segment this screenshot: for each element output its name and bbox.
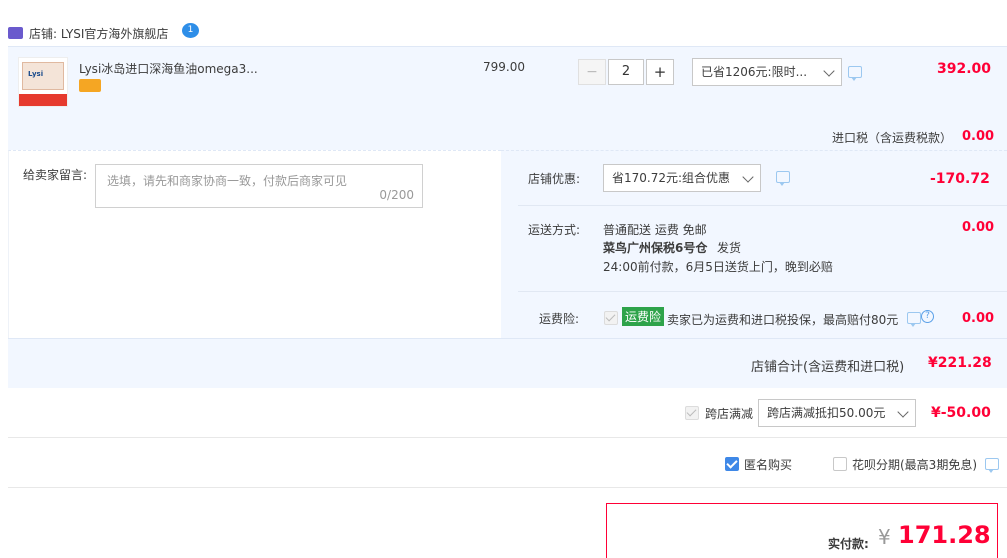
chat-icon[interactable]: [776, 171, 790, 186]
shipping-value: 0.00: [962, 220, 995, 235]
shop-discount-select[interactable]: 省170.72元:组合优惠: [603, 164, 761, 192]
cross-store-value: ¥-50.00: [931, 405, 991, 421]
shipping-delivery-note: 24:00前付款，6月5日送货上门，晚到必赔: [603, 260, 833, 274]
help-icon[interactable]: ?: [921, 310, 934, 323]
cross-store-label: 跨店满减: [705, 407, 754, 421]
options-row: 匿名购买 花呗分期(最高3期免息): [8, 438, 1007, 488]
product-image[interactable]: Lysi: [18, 57, 68, 107]
insurance-tag: 运费险: [622, 307, 665, 326]
import-tax-label: 进口税（含运费税款）: [832, 131, 953, 145]
order-details-section: 给卖家留言: 选填，请先和商家协商一致，付款后商家可见 0/200 店铺优惠: …: [8, 150, 1007, 338]
divider: [518, 291, 1007, 292]
credit-card-icon: [79, 79, 101, 92]
product-price-banner: [19, 94, 67, 106]
anonymous-checkbox[interactable]: [725, 457, 739, 471]
shop-discount-value: -170.72: [930, 171, 990, 187]
shop-total-label: 店铺合计(含运费和进口税): [751, 360, 905, 375]
message-placeholder: 选填，请先和商家协商一致，付款后商家可见: [107, 174, 348, 188]
cross-store-select-text: 跨店满减抵扣50.00元: [767, 406, 886, 420]
shop-header: 店铺: LYSI官方海外旗舰店 1: [0, 0, 1007, 46]
shop-icon: [8, 27, 23, 39]
shipping-label: 运送方式:: [528, 223, 581, 237]
message-label: 给卖家留言:: [23, 168, 88, 182]
huabei-checkbox[interactable]: [833, 457, 847, 471]
cross-store-row: 跨店满减 跨店满减抵扣50.00元 ¥-50.00: [8, 388, 1007, 438]
chevron-down-icon: [823, 65, 835, 77]
chevron-down-icon: [742, 171, 754, 183]
shop-discount-label: 店铺优惠:: [528, 172, 581, 186]
cross-store-checkbox: [685, 406, 699, 420]
quantity-minus-button[interactable]: −: [578, 59, 606, 85]
payment-currency: ¥: [878, 525, 891, 549]
import-tax-value: 0.00: [962, 129, 995, 144]
unit-price: 799.00: [483, 60, 525, 74]
shipping-dispatch: 发货: [717, 241, 742, 255]
message-counter: 0/200: [379, 188, 414, 202]
anonymous-label[interactable]: 匿名购买: [744, 456, 792, 473]
item-promo-select-text: 已省1206元:限时...: [701, 65, 808, 79]
chat-bubble-icon[interactable]: 1: [182, 23, 199, 38]
item-promo-select[interactable]: 已省1206元:限时...: [692, 58, 842, 86]
message-input[interactable]: 选填，请先和商家协商一致，付款后商家可见 0/200: [95, 164, 423, 208]
insurance-value: 0.00: [962, 311, 995, 326]
shop-name[interactable]: 店铺: LYSI官方海外旗舰店: [29, 25, 168, 42]
divider: [518, 205, 1007, 206]
item-subtotal: 392.00: [937, 61, 992, 77]
cross-store-select[interactable]: 跨店满减抵扣50.00元: [758, 399, 916, 427]
shop-total-value: ¥221.28: [928, 355, 992, 371]
shop-total-row: 店铺合计(含运费和进口税) ¥221.28: [8, 338, 1007, 388]
shipping-line1: 普通配送 运费 免邮: [603, 223, 707, 237]
chat-icon[interactable]: [907, 312, 921, 327]
payment-value: 171.28: [898, 521, 991, 549]
chevron-down-icon: [897, 406, 909, 418]
insurance-checkbox: [604, 311, 618, 325]
item-row: Lysi Lysi冰岛进口深海鱼油omega3... 799.00 − 2 + …: [8, 46, 1007, 150]
quantity-input[interactable]: 2: [608, 59, 644, 85]
quantity-plus-button[interactable]: +: [646, 59, 674, 85]
insurance-text: 卖家已为运费和进口税投保，最高赔付80元: [667, 313, 899, 327]
payment-label: 实付款:: [828, 537, 869, 551]
product-brand-text: Lysi: [28, 70, 44, 78]
huabei-label[interactable]: 花呗分期(最高3期免息): [852, 456, 977, 473]
shop-discount-select-text: 省170.72元:组合优惠: [612, 171, 731, 185]
insurance-label: 运费险:: [539, 312, 580, 326]
shipping-warehouse: 菜鸟广州保税6号仓: [603, 241, 708, 255]
chat-icon[interactable]: [985, 458, 999, 473]
payment-box: 实付款: ¥ 171.28: [606, 503, 998, 558]
chat-icon[interactable]: [848, 66, 862, 81]
product-title[interactable]: Lysi冰岛进口深海鱼油omega3...: [79, 60, 258, 77]
